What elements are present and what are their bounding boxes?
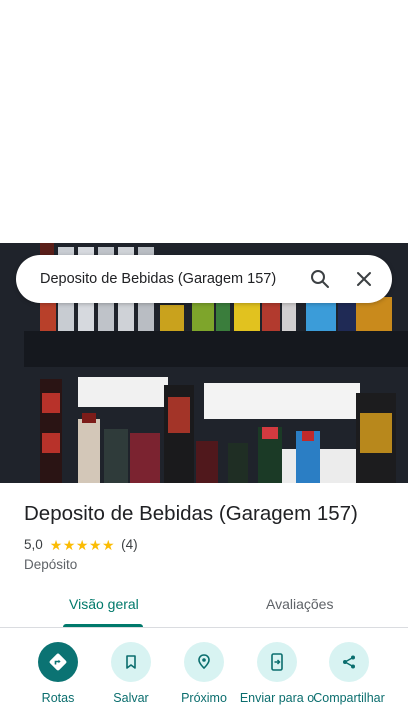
active-tab-indicator bbox=[63, 624, 143, 627]
save-button[interactable]: Salvar bbox=[93, 640, 169, 705]
rating-row[interactable]: 5,0 ★ ★ ★ ★ ★ (4) bbox=[24, 537, 138, 552]
close-icon[interactable] bbox=[346, 261, 382, 297]
nearby-label: Próximo bbox=[181, 691, 227, 705]
directions-icon bbox=[38, 642, 78, 682]
share-button[interactable]: Compartilhar bbox=[311, 640, 387, 705]
search-bar[interactable]: Deposito de Bebidas (Garagem 157) bbox=[16, 255, 392, 303]
tab-overview[interactable]: Visão geral bbox=[69, 596, 139, 612]
directions-label: Rotas bbox=[41, 691, 75, 705]
bookmark-icon bbox=[111, 642, 151, 682]
star-icon: ★ bbox=[75, 536, 89, 553]
tab-bar: Visão geral Avaliações bbox=[0, 588, 408, 628]
search-icon[interactable] bbox=[302, 261, 338, 297]
save-label: Salvar bbox=[113, 691, 149, 705]
send-to-phone-label: Enviar para o bbox=[239, 691, 315, 705]
star-icon: ★ bbox=[88, 536, 102, 553]
place-title: Deposito de Bebidas (Garagem 157) bbox=[24, 502, 358, 525]
nearby-button[interactable]: Próximo bbox=[166, 640, 242, 705]
action-bar: Rotas Salvar Próximo Enviar para o Compa… bbox=[0, 640, 408, 726]
place-category: Depósito bbox=[24, 557, 78, 572]
rating-stars: ★ ★ ★ ★ ★ bbox=[50, 538, 115, 552]
star-icon: ★ bbox=[49, 536, 63, 553]
send-to-phone-button[interactable]: Enviar para o bbox=[239, 640, 315, 705]
map-area[interactable] bbox=[0, 0, 408, 243]
directions-button[interactable]: Rotas bbox=[20, 640, 96, 705]
rating-value: 5,0 bbox=[24, 537, 43, 552]
review-count[interactable]: (4) bbox=[121, 537, 138, 552]
share-label: Compartilhar bbox=[313, 691, 385, 705]
star-icon: ★ bbox=[62, 536, 76, 553]
share-icon bbox=[329, 642, 369, 682]
nearby-icon bbox=[184, 642, 224, 682]
send-to-phone-icon bbox=[257, 642, 297, 682]
tab-reviews[interactable]: Avaliações bbox=[266, 596, 333, 612]
star-icon: ★ bbox=[102, 536, 115, 553]
search-input[interactable]: Deposito de Bebidas (Garagem 157) bbox=[40, 271, 294, 287]
